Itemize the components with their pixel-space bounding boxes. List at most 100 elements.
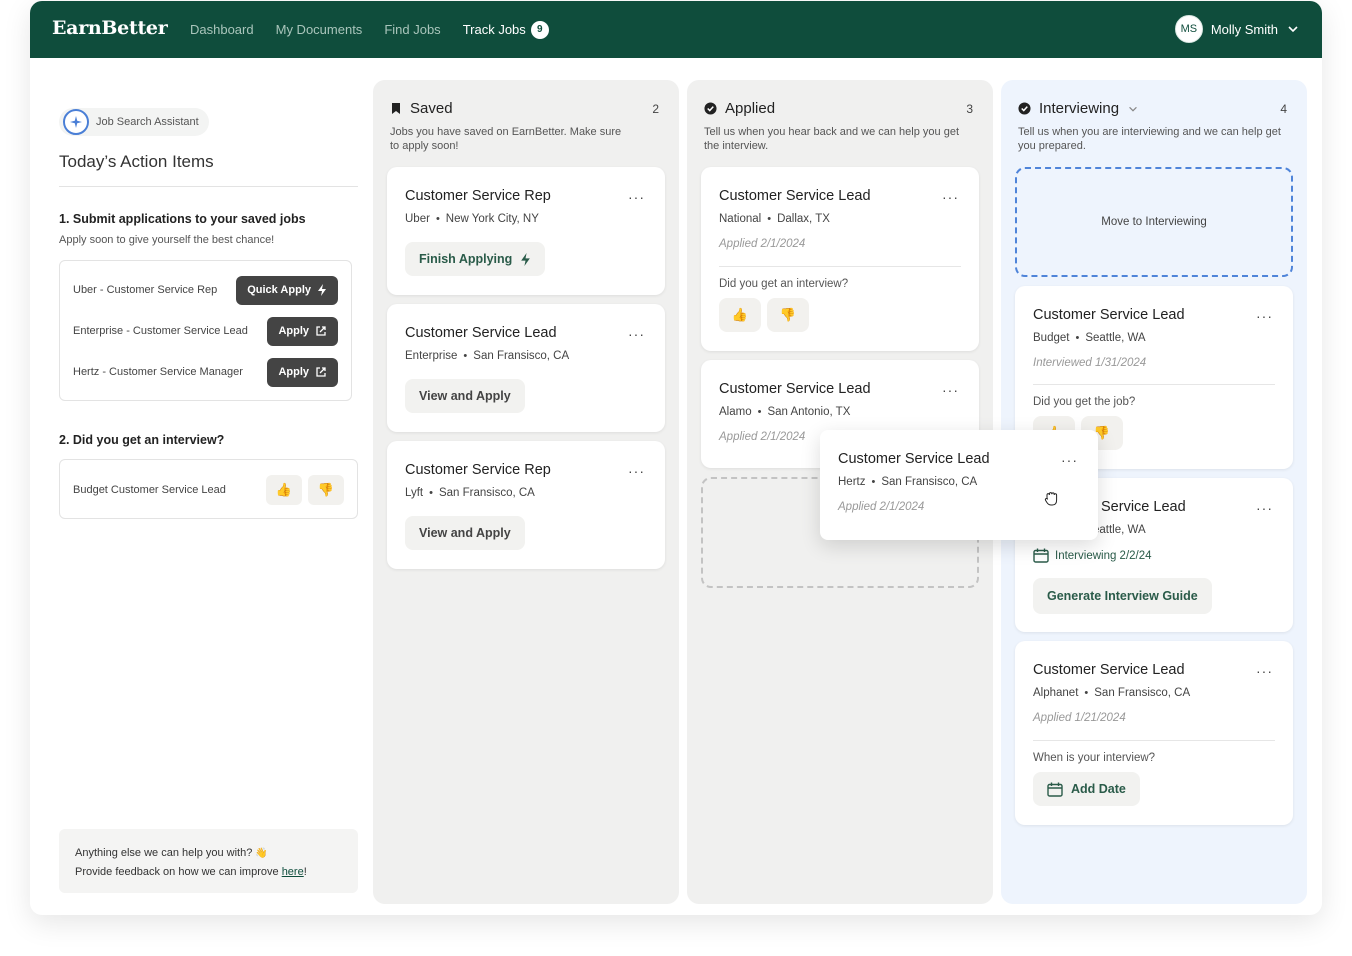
more-options-icon[interactable]: ··· bbox=[942, 382, 959, 398]
company: Enterprise bbox=[405, 350, 458, 362]
location: San Fransisco, CA bbox=[438, 487, 535, 499]
finish-applying-button[interactable]: Finish Applying bbox=[405, 242, 546, 276]
job-title: Customer Service Lead bbox=[719, 188, 871, 204]
location: Dallax, TX bbox=[777, 213, 830, 225]
interviewing-column-header[interactable]: Interviewing bbox=[1018, 100, 1290, 117]
interview-date-label: Interviewing 2/2/24 bbox=[1055, 549, 1152, 562]
section-submit-title: 1. Submit applications to your saved job… bbox=[59, 212, 306, 226]
chevron-down-icon bbox=[1129, 106, 1137, 112]
interview-question: When is your interview? bbox=[1033, 752, 1156, 764]
interviewing-column-title: Interviewing bbox=[1039, 100, 1120, 117]
avatar: MS bbox=[1174, 15, 1203, 43]
job-card[interactable]: Customer Service Lead ··· Enterprise • San… bbox=[387, 304, 665, 432]
nav-dashboard[interactable]: Dashboard bbox=[190, 22, 254, 37]
generate-interview-guide-button[interactable]: Generate Interview Guide bbox=[1033, 578, 1212, 614]
job-meta: Hertz • San Fransisco, CA bbox=[838, 476, 977, 488]
feedback-text: Provide feedback on how we can improve bbox=[75, 866, 279, 878]
apply-row-label: Enterprise - Customer Service Lead bbox=[73, 325, 248, 337]
apply-button[interactable]: Apply bbox=[267, 357, 338, 387]
more-options-icon[interactable]: ··· bbox=[628, 189, 645, 205]
finish-applying-label: Finish Applying bbox=[419, 252, 513, 266]
separator: • bbox=[463, 350, 468, 362]
interview-row-label: Budget Customer Service Lead bbox=[73, 484, 226, 496]
calendar-icon bbox=[1047, 782, 1063, 797]
separator: • bbox=[435, 213, 440, 225]
interviewing-count: 4 bbox=[1280, 102, 1287, 116]
earnbetter-logo[interactable]: EarnBetter bbox=[52, 17, 168, 39]
location: New York City, NY bbox=[445, 213, 539, 225]
external-link-icon bbox=[316, 326, 326, 336]
job-card[interactable]: Customer Service Rep ··· Uber • New York C… bbox=[387, 167, 665, 295]
nav-my-documents[interactable]: My Documents bbox=[276, 22, 363, 37]
more-options-icon[interactable]: ··· bbox=[628, 463, 645, 479]
user-menu[interactable]: MS Molly Smith bbox=[1174, 15, 1300, 43]
bookmark-icon bbox=[392, 103, 400, 114]
divider bbox=[719, 266, 961, 267]
divider bbox=[1033, 740, 1275, 741]
more-options-icon[interactable]: ··· bbox=[628, 326, 645, 342]
quick-apply-button[interactable]: Quick Apply bbox=[236, 275, 338, 305]
more-options-icon[interactable]: ··· bbox=[1061, 452, 1078, 468]
apply-label: Apply bbox=[278, 325, 309, 337]
company: Lyft bbox=[405, 487, 424, 499]
applied-date: Applied 2/1/2024 bbox=[719, 238, 806, 250]
separator: • bbox=[767, 213, 772, 225]
add-date-button[interactable]: Add Date bbox=[1033, 772, 1140, 806]
separator: • bbox=[1075, 332, 1080, 344]
assistant-label: Job Search Assistant bbox=[96, 116, 199, 128]
company: Budget bbox=[1033, 332, 1070, 344]
view-and-apply-button[interactable]: View and Apply bbox=[405, 516, 525, 550]
location: eattle, WA bbox=[1093, 524, 1146, 536]
thumbs-down-button[interactable]: 👎 bbox=[308, 475, 344, 505]
job-meta: National • Dallax, TX bbox=[719, 213, 830, 225]
more-options-icon[interactable]: ··· bbox=[1256, 500, 1273, 516]
feedback-link[interactable]: here bbox=[282, 866, 304, 878]
sparkle-icon bbox=[63, 109, 89, 135]
saved-subtitle: Jobs you have saved on EarnBetter. Make … bbox=[390, 126, 622, 152]
feedback-line-2: Provide feedback on how we can improve h… bbox=[75, 863, 342, 881]
action-items-title: Today’s Action Items bbox=[59, 152, 214, 171]
user-name: Molly Smith bbox=[1210, 21, 1278, 37]
job-card[interactable]: Customer Service Lead ··· National • Dalla… bbox=[701, 167, 979, 351]
main-nav: Dashboard My Documents Find Jobs Track J… bbox=[190, 1, 549, 58]
thumbs-up-button[interactable]: 👍 bbox=[266, 475, 302, 505]
separator: • bbox=[429, 487, 433, 499]
section-interview-title: 2. Did you get an interview? bbox=[59, 433, 225, 447]
thumbs-down-button[interactable]: 👎 bbox=[767, 298, 809, 332]
applied-column-header: Applied bbox=[704, 100, 976, 117]
job-meta: Uber • New York City, NY bbox=[405, 213, 539, 225]
external-link-icon bbox=[316, 367, 326, 377]
nav-find-jobs[interactable]: Find Jobs bbox=[384, 22, 440, 37]
job-question: Did you get the job? bbox=[1033, 396, 1136, 408]
thumbs-group: 👍 👎 bbox=[266, 475, 344, 505]
view-and-apply-button[interactable]: View and Apply bbox=[405, 379, 525, 413]
saved-count: 2 bbox=[652, 102, 659, 116]
location: San Fransisco, CA bbox=[881, 476, 978, 488]
job-card[interactable]: Customer Service Lead ··· Alphanet • San F… bbox=[1015, 641, 1293, 825]
bolt-icon bbox=[521, 252, 531, 266]
separator: • bbox=[1084, 687, 1089, 699]
location: San Antonio, TX bbox=[767, 406, 851, 418]
interviewing-subtitle: Tell us when you are interviewing and we… bbox=[1018, 126, 1281, 152]
more-options-icon[interactable]: ··· bbox=[942, 189, 959, 205]
job-meta: Lyft • San Fransisco, CA bbox=[405, 487, 535, 499]
more-options-icon[interactable]: ··· bbox=[1256, 663, 1273, 679]
job-card[interactable]: Customer Service Rep ··· Lyft • San Fransi… bbox=[387, 441, 665, 569]
job-search-assistant-pill[interactable]: Job Search Assistant bbox=[59, 108, 209, 136]
move-to-interviewing-drop-zone[interactable]: Move to Interviewing bbox=[1015, 167, 1293, 277]
company: Hertz bbox=[838, 476, 866, 488]
saved-jobs-apply-box: Uber - Customer Service Rep Quick Apply … bbox=[59, 260, 352, 401]
dragging-job-card[interactable]: Customer Service Lead ··· Hertz • San Fran… bbox=[820, 430, 1098, 540]
check-circle-icon bbox=[1018, 102, 1031, 115]
interviewed-date: Interviewed 1/31/2024 bbox=[1033, 357, 1147, 369]
interview-question: Did you get an interview? bbox=[719, 278, 849, 290]
app-window: EarnBetter Dashboard My Documents Find J… bbox=[30, 1, 1322, 915]
saved-column-title: Saved bbox=[410, 100, 453, 117]
top-navigation-bar: EarnBetter Dashboard My Documents Find J… bbox=[30, 1, 1322, 58]
thumbs-up-button[interactable]: 👍 bbox=[719, 298, 761, 332]
apply-button[interactable]: Apply bbox=[267, 316, 338, 346]
applied-date: Applied 2/1/2024 bbox=[838, 501, 925, 513]
feedback-question: Anything else we can help you with? bbox=[75, 847, 253, 859]
more-options-icon[interactable]: ··· bbox=[1256, 308, 1273, 324]
nav-track-jobs[interactable]: Track Jobs 9 bbox=[463, 20, 549, 39]
